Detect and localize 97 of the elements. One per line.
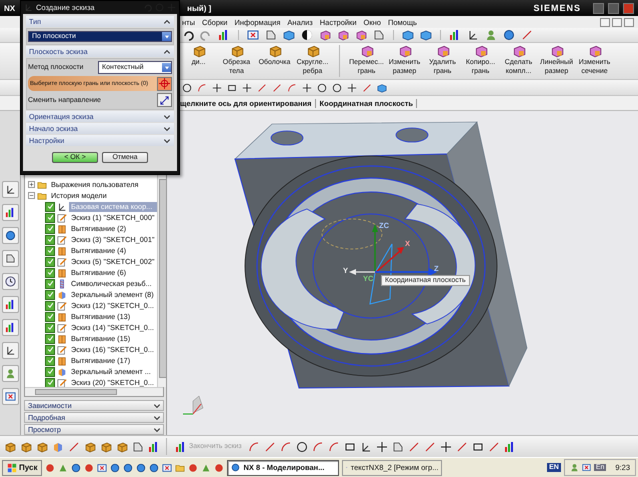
cube-icon[interactable]	[306, 44, 320, 58]
mirror-icon	[57, 366, 67, 376]
resource-tab[interactable]	[2, 181, 18, 198]
tool-icon[interactable]	[242, 82, 252, 92]
tool-icon[interactable]	[302, 82, 312, 92]
launch-icon[interactable]	[84, 462, 94, 472]
block-icon	[57, 312, 67, 322]
tool-icon[interactable]	[392, 440, 404, 452]
cube-icon[interactable]	[550, 44, 564, 58]
close-button[interactable]	[624, 18, 634, 26]
resource-tab[interactable]	[2, 319, 18, 336]
launch-icon[interactable]	[214, 462, 224, 472]
sphere-icon[interactable]	[301, 29, 313, 41]
tool-icon[interactable]	[132, 440, 144, 452]
block-icon	[57, 224, 67, 234]
chart-icon[interactable]	[218, 29, 230, 41]
undo-icon[interactable]	[182, 29, 194, 41]
resource-tab[interactable]	[2, 388, 18, 405]
close-button[interactable]	[623, 2, 634, 14]
horizontal-scrollbar[interactable]	[25, 387, 163, 396]
tool-icon[interactable]	[376, 440, 388, 452]
launch-icon[interactable]	[45, 462, 56, 472]
tree-icon[interactable]	[4, 184, 16, 195]
mirror-icon	[57, 290, 67, 300]
tray-icon[interactable]	[570, 463, 579, 472]
cube-icon[interactable]	[192, 44, 206, 58]
cube-icon[interactable]	[512, 44, 526, 58]
tool-icon[interactable]	[227, 82, 237, 92]
tool-icon[interactable]	[440, 440, 452, 452]
z-axis-arrow	[372, 224, 378, 273]
redo-icon[interactable]	[200, 29, 212, 41]
tool-icon[interactable]	[296, 440, 308, 452]
caret-icon	[162, 32, 170, 40]
launch-icon[interactable]	[97, 462, 108, 472]
cube-icon[interactable]	[588, 44, 602, 58]
thread-icon	[57, 278, 67, 288]
cube-icon[interactable]	[436, 44, 450, 58]
resource-tab[interactable]	[2, 296, 18, 313]
arrows-icon	[159, 94, 170, 106]
cube-icon[interactable]	[337, 29, 349, 41]
cube-icon[interactable]	[360, 44, 374, 58]
launch-icon[interactable]	[136, 462, 146, 472]
start-button[interactable]: Пуск	[2, 460, 42, 476]
launch-icon[interactable]	[162, 462, 172, 472]
cube-icon[interactable]	[474, 44, 488, 58]
resource-tab[interactable]	[2, 342, 18, 359]
tray-icon[interactable]	[582, 463, 591, 472]
window-title: ный) ]	[187, 4, 212, 12]
tool-icon[interactable]	[360, 440, 372, 452]
reverse-direction-button[interactable]	[157, 93, 172, 107]
resource-tab[interactable]	[2, 204, 18, 221]
brand-name: SIEMENS	[533, 3, 581, 13]
launch-icon[interactable]	[149, 462, 160, 472]
block-icon	[57, 356, 67, 366]
resource-tab[interactable]	[2, 227, 18, 244]
cube-icon[interactable]	[319, 29, 331, 41]
caret-icon	[162, 64, 170, 72]
chevron-icon	[163, 48, 171, 56]
window-icon[interactable]	[4, 391, 16, 402]
block-icon	[57, 268, 67, 278]
tool-icon[interactable]	[344, 440, 356, 452]
tool-icon[interactable]	[148, 440, 160, 452]
window-icon[interactable]	[247, 29, 259, 41]
select-face-button[interactable]	[157, 76, 172, 90]
launch-icon[interactable]	[110, 462, 120, 472]
document-icon[interactable]	[4, 253, 16, 264]
cube-icon[interactable]	[230, 44, 244, 58]
chevron-icon	[163, 18, 171, 26]
axes-icon	[57, 202, 67, 212]
resource-tab[interactable]	[2, 273, 18, 290]
cube-icon[interactable]	[355, 29, 367, 41]
launch-icon[interactable]	[175, 462, 186, 472]
tool-icon[interactable]	[347, 82, 357, 92]
block-icon	[57, 334, 67, 344]
clock-icon[interactable]	[4, 276, 16, 287]
launch-icon[interactable]	[188, 462, 198, 472]
minimize-button[interactable]	[600, 18, 610, 26]
tool-icon[interactable]	[472, 440, 484, 452]
windows-flag-icon	[7, 462, 17, 472]
maximize-button[interactable]	[608, 2, 619, 14]
crosshair-icon	[159, 78, 170, 89]
tool-icon[interactable]	[212, 82, 222, 92]
cube-icon[interactable]	[268, 44, 282, 58]
resource-tab[interactable]	[2, 250, 18, 267]
axes-icon[interactable]	[467, 29, 479, 41]
x-axis-arrow	[374, 247, 404, 274]
axes-icon[interactable]	[4, 345, 16, 356]
restore-button[interactable]	[612, 18, 622, 26]
cube-icon[interactable]	[398, 44, 412, 58]
view-triad-drawing	[182, 396, 204, 414]
launch-icon[interactable]	[123, 462, 134, 472]
tool-icon[interactable]	[504, 440, 516, 452]
app-title: NX	[4, 4, 16, 12]
launch-icon[interactable]	[71, 462, 82, 472]
minimize-button[interactable]	[593, 2, 604, 14]
block-icon	[57, 246, 67, 256]
y-axis-arrow	[349, 269, 375, 275]
